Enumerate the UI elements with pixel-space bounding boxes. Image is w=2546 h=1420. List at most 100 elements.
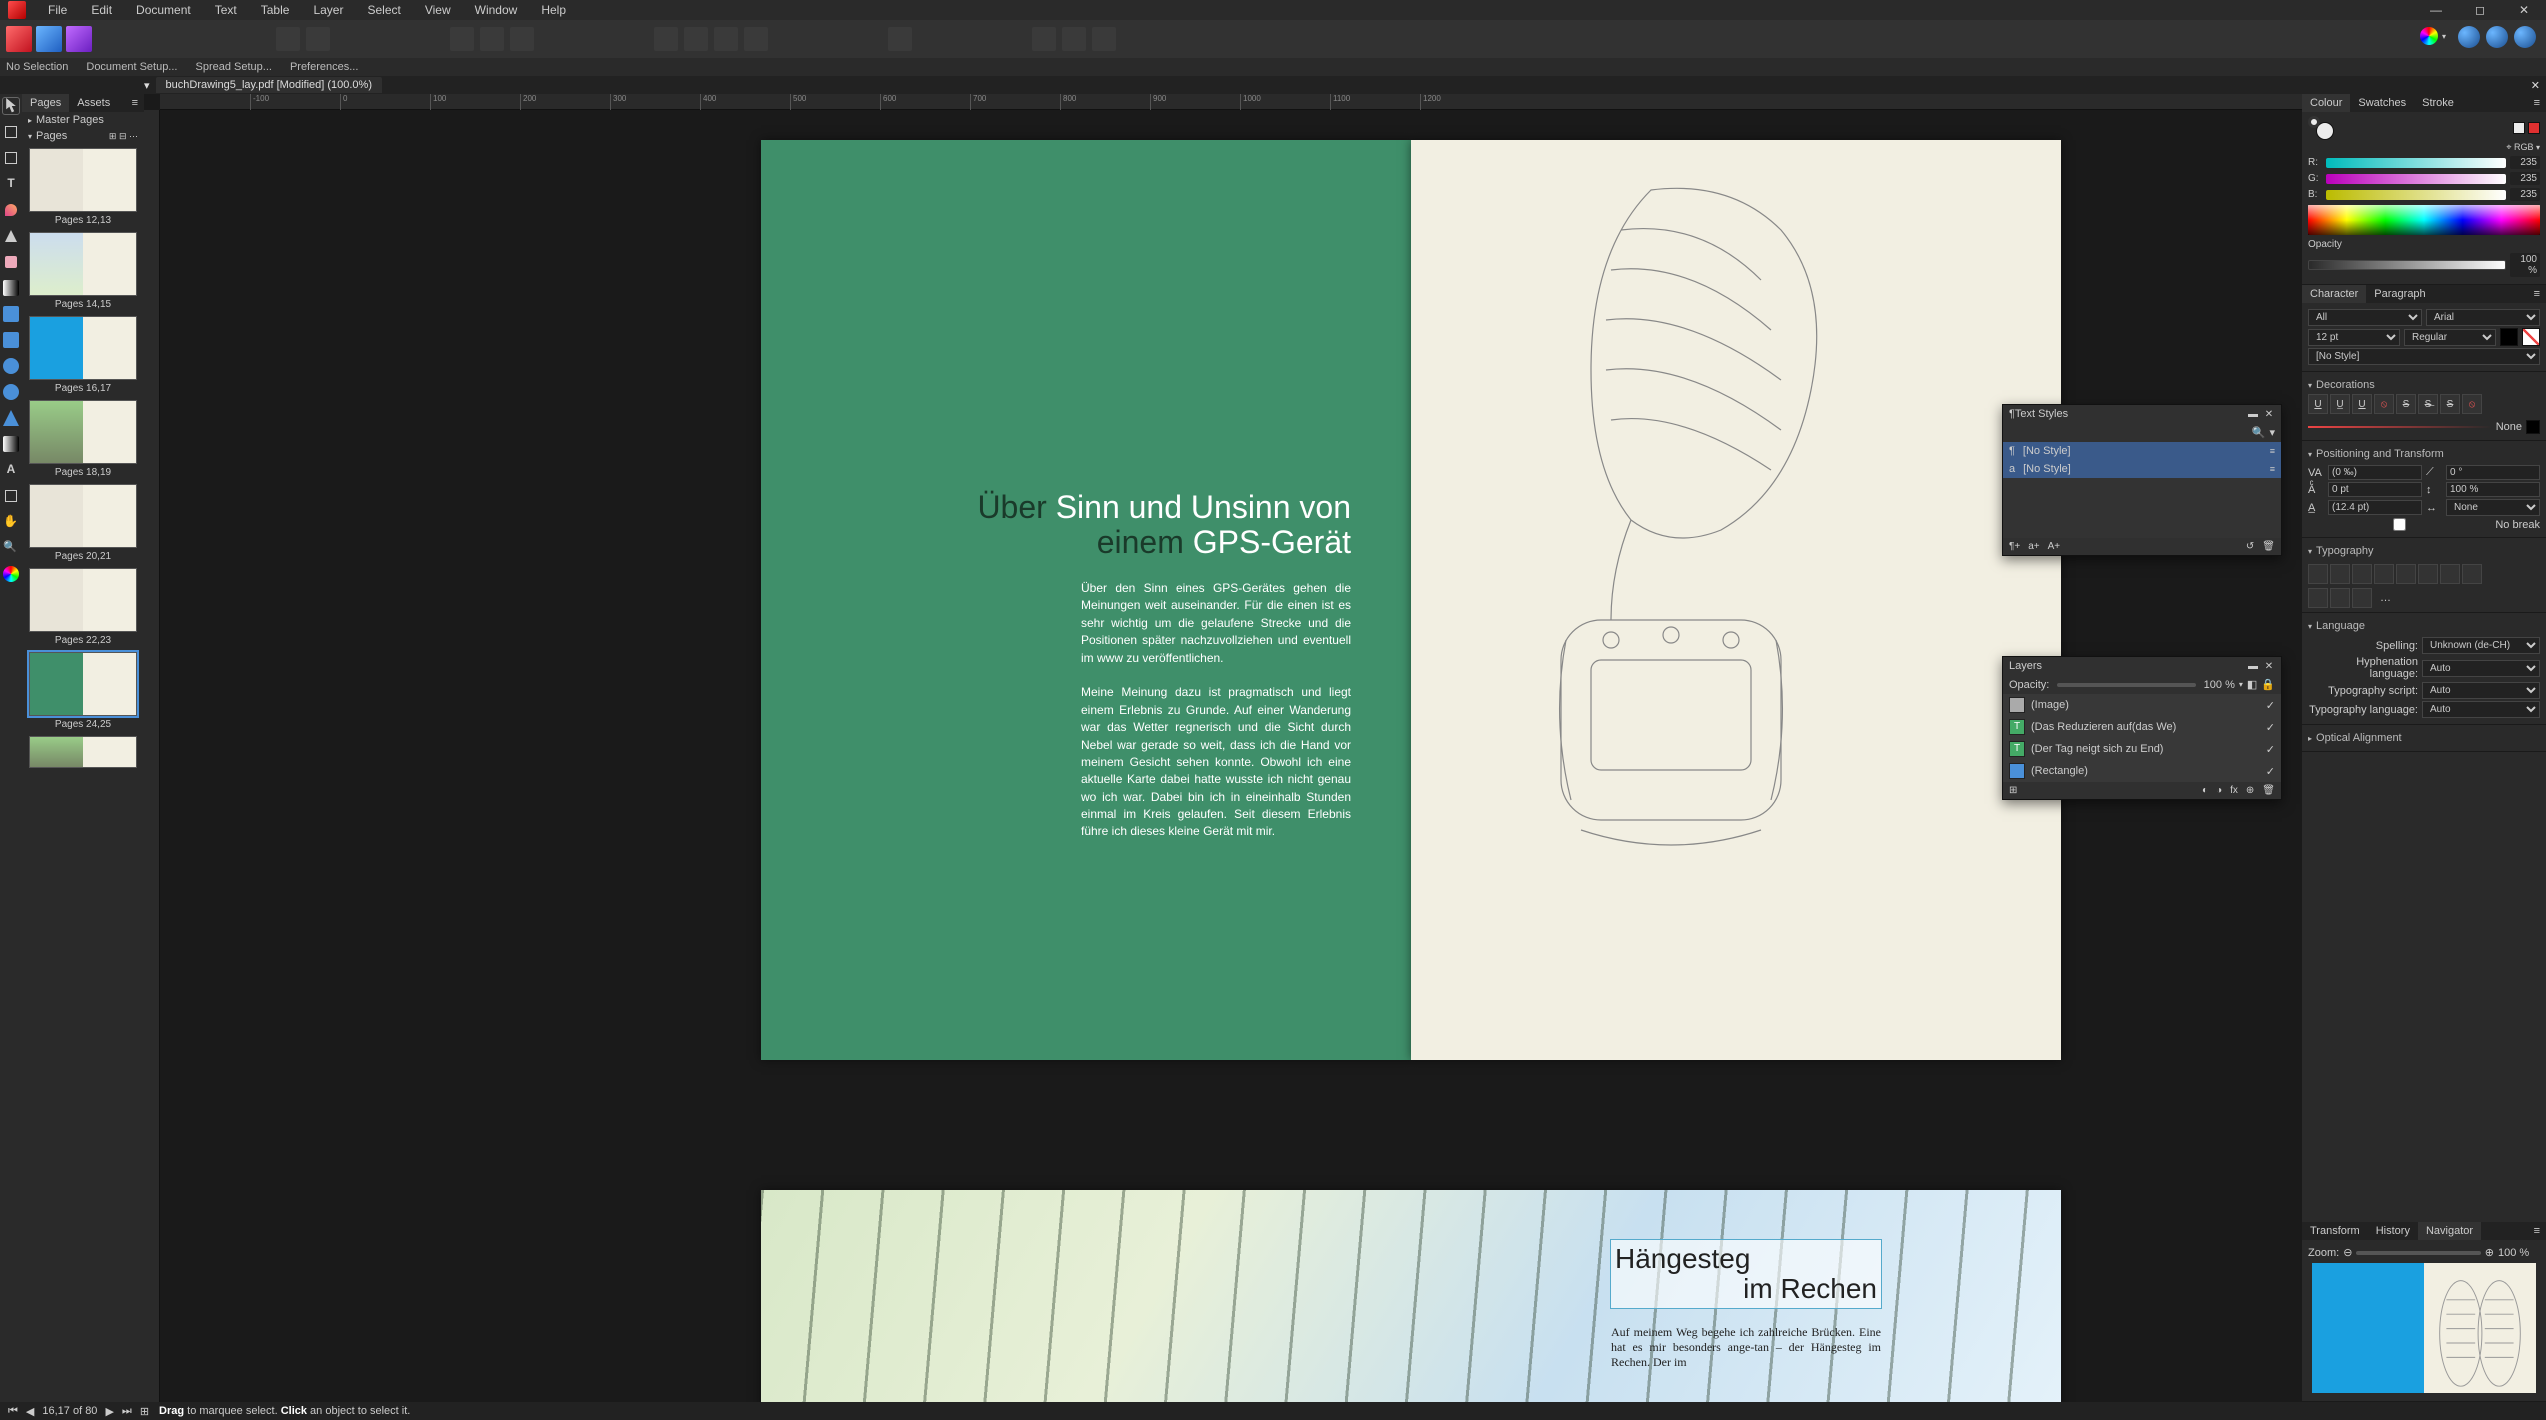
language-header[interactable]: Language [2308,617,2540,635]
layer-item[interactable]: T(Der Tag neigt sich zu End)✓ [2003,738,2281,760]
navigator-preview[interactable] [2312,1263,2536,1393]
fill-tool-icon[interactable] [3,436,19,452]
tlang-select[interactable]: Auto [2422,701,2540,718]
menu-document[interactable]: Document [124,3,203,17]
document-tab[interactable]: buchDrawing5_lay.pdf [Modified] (100.0%) [156,77,382,93]
zoom-slider[interactable] [2356,1251,2480,1255]
panel-close-icon[interactable]: ✕ [2263,409,2275,420]
add-char-style-icon[interactable]: a+ [2028,541,2039,552]
typo-btn[interactable] [2330,564,2350,584]
transform-tab[interactable]: Transform [2302,1222,2368,1240]
recent-colour[interactable] [2513,122,2525,134]
move-tool-icon[interactable] [3,98,19,114]
node-tool-icon[interactable] [3,124,19,140]
typo-btn[interactable] [2308,588,2328,608]
page-thumb[interactable]: Pages 14,15 [26,232,140,310]
panel-close-icon[interactable]: ✕ [2263,661,2275,672]
page-thumb[interactable] [26,736,140,768]
underline-icon[interactable]: U [2308,394,2328,414]
maximize-button[interactable]: ◻ [2458,0,2502,20]
context-preferences[interactable]: Preferences... [290,61,358,73]
zoom-out-icon[interactable]: ⊖ [2343,1246,2352,1259]
reset-style-icon[interactable]: ↺ [2246,541,2254,552]
rounded-rect-tool-icon[interactable] [3,384,19,400]
strikethrough-icon[interactable]: S [2396,394,2416,414]
panel-menu-icon[interactable]: ≡ [126,94,144,112]
font-size-select[interactable]: 12 pt [2308,329,2400,346]
picture-frame-tool-icon[interactable] [3,306,19,322]
page-thumb[interactable]: Pages 18,19 [26,400,140,478]
layer-visible-icon[interactable]: ✓ [2266,721,2275,734]
close-button[interactable]: ✕ [2502,0,2546,20]
blend-mode-icon[interactable]: ◧ [2247,678,2257,691]
typo-btn[interactable] [2418,564,2438,584]
panel-collapse-icon[interactable]: ▬ [2247,409,2259,420]
b-value[interactable]: 235 [2510,188,2540,201]
colour-chooser-icon[interactable] [3,566,19,582]
persona-photo-icon[interactable] [66,26,92,52]
menu-select[interactable]: Select [355,3,412,17]
triangle-tool-icon[interactable] [3,410,19,426]
b-slider[interactable] [2326,190,2506,200]
next-page-icon[interactable]: ▶ [103,1405,115,1418]
table-tool-icon[interactable] [3,280,19,296]
menu-text[interactable]: Text [203,3,249,17]
menu-edit[interactable]: Edit [79,3,124,17]
frame-text-tool-icon[interactable]: A [3,462,19,478]
history-tab[interactable]: History [2368,1222,2418,1240]
toolbar-button[interactable] [654,27,678,51]
delete-style-icon[interactable]: 🗑 [2262,541,2275,552]
text-style-item[interactable]: a[No Style] ≡ [2003,460,2281,478]
colour-opacity-value[interactable]: 100 % [2510,253,2540,277]
layer-visible-icon[interactable]: ✓ [2266,743,2275,756]
minimize-button[interactable]: — [2414,0,2458,20]
page-grid-icon[interactable]: ⊞ [138,1405,151,1418]
dropdown-arrow-icon[interactable]: ▾ [2442,32,2446,41]
page-indicator[interactable]: 16,17 of 80 [40,1405,99,1417]
text-tool-icon[interactable]: T [3,176,19,192]
horizontal-ruler[interactable]: -100 0 100 200 300 400 500 600 700 800 9… [160,94,2302,110]
colour-mode[interactable]: RGB [2514,142,2534,152]
paragraph-tab[interactable]: Paragraph [2366,285,2433,303]
toolbar-button[interactable] [276,27,300,51]
context-spread-setup[interactable]: Spread Setup... [195,61,271,73]
page-thumb[interactable]: Pages 22,23 [26,568,140,646]
brush-tool-icon[interactable] [3,254,19,270]
page-thumb[interactable]: Pages 16,17 [26,316,140,394]
page-next-spread[interactable]: Hängesteg im Rechen Auf meinem Weg begeh… [761,1190,2061,1402]
panel-menu-icon[interactable]: ≡ [2528,285,2546,303]
layer-item[interactable]: (Image)✓ [2003,694,2281,716]
typo-btn[interactable] [2352,588,2372,608]
add-layer-icon[interactable]: ⊕ [2246,785,2254,796]
page-left[interactable]: Über Sinn und Unsinn von einem GPS-Gerät… [761,140,1411,1060]
page-right[interactable] [1411,140,2061,1060]
pages-tab[interactable]: Pages [22,94,69,112]
page-thumb[interactable]: Pages 24,25 [26,652,140,730]
toolbar-button[interactable] [480,27,504,51]
persona-designer-icon[interactable] [36,26,62,52]
panel-collapse-icon[interactable]: ▬ [2247,661,2259,672]
swatches-tab[interactable]: Swatches [2350,94,2414,112]
close-all-tabs-icon[interactable]: ✕ [2531,79,2540,92]
opacity-stepper-icon[interactable]: ▾ [2239,680,2243,689]
navigator-tab[interactable]: Navigator [2418,1222,2481,1240]
text-style-item[interactable]: ¶[No Style] ≡ [2003,442,2281,460]
recent-colour[interactable] [2528,122,2540,134]
layer-visible-icon[interactable]: ✓ [2266,699,2275,712]
colour-tab[interactable]: Colour [2302,94,2350,112]
double-strike-icon[interactable]: S̶ [2418,394,2438,414]
double-underline-icon[interactable]: U̲ [2330,394,2350,414]
font-weight-select[interactable]: Regular [2404,329,2496,346]
g-value[interactable]: 235 [2510,172,2540,185]
decoration-colour[interactable] [2526,420,2540,434]
menu-view[interactable]: View [413,3,463,17]
menu-layer[interactable]: Layer [301,3,355,17]
shear-input[interactable] [2446,465,2540,480]
text-bg-swatch[interactable] [2522,328,2540,346]
store-icon[interactable] [2514,26,2536,48]
toolbar-button[interactable] [450,27,474,51]
panel-menu-icon[interactable]: ▾ [2269,426,2275,439]
typography-header[interactable]: Typography [2308,542,2540,560]
kerning-select[interactable]: None [2446,499,2540,516]
r-slider[interactable] [2326,158,2506,168]
